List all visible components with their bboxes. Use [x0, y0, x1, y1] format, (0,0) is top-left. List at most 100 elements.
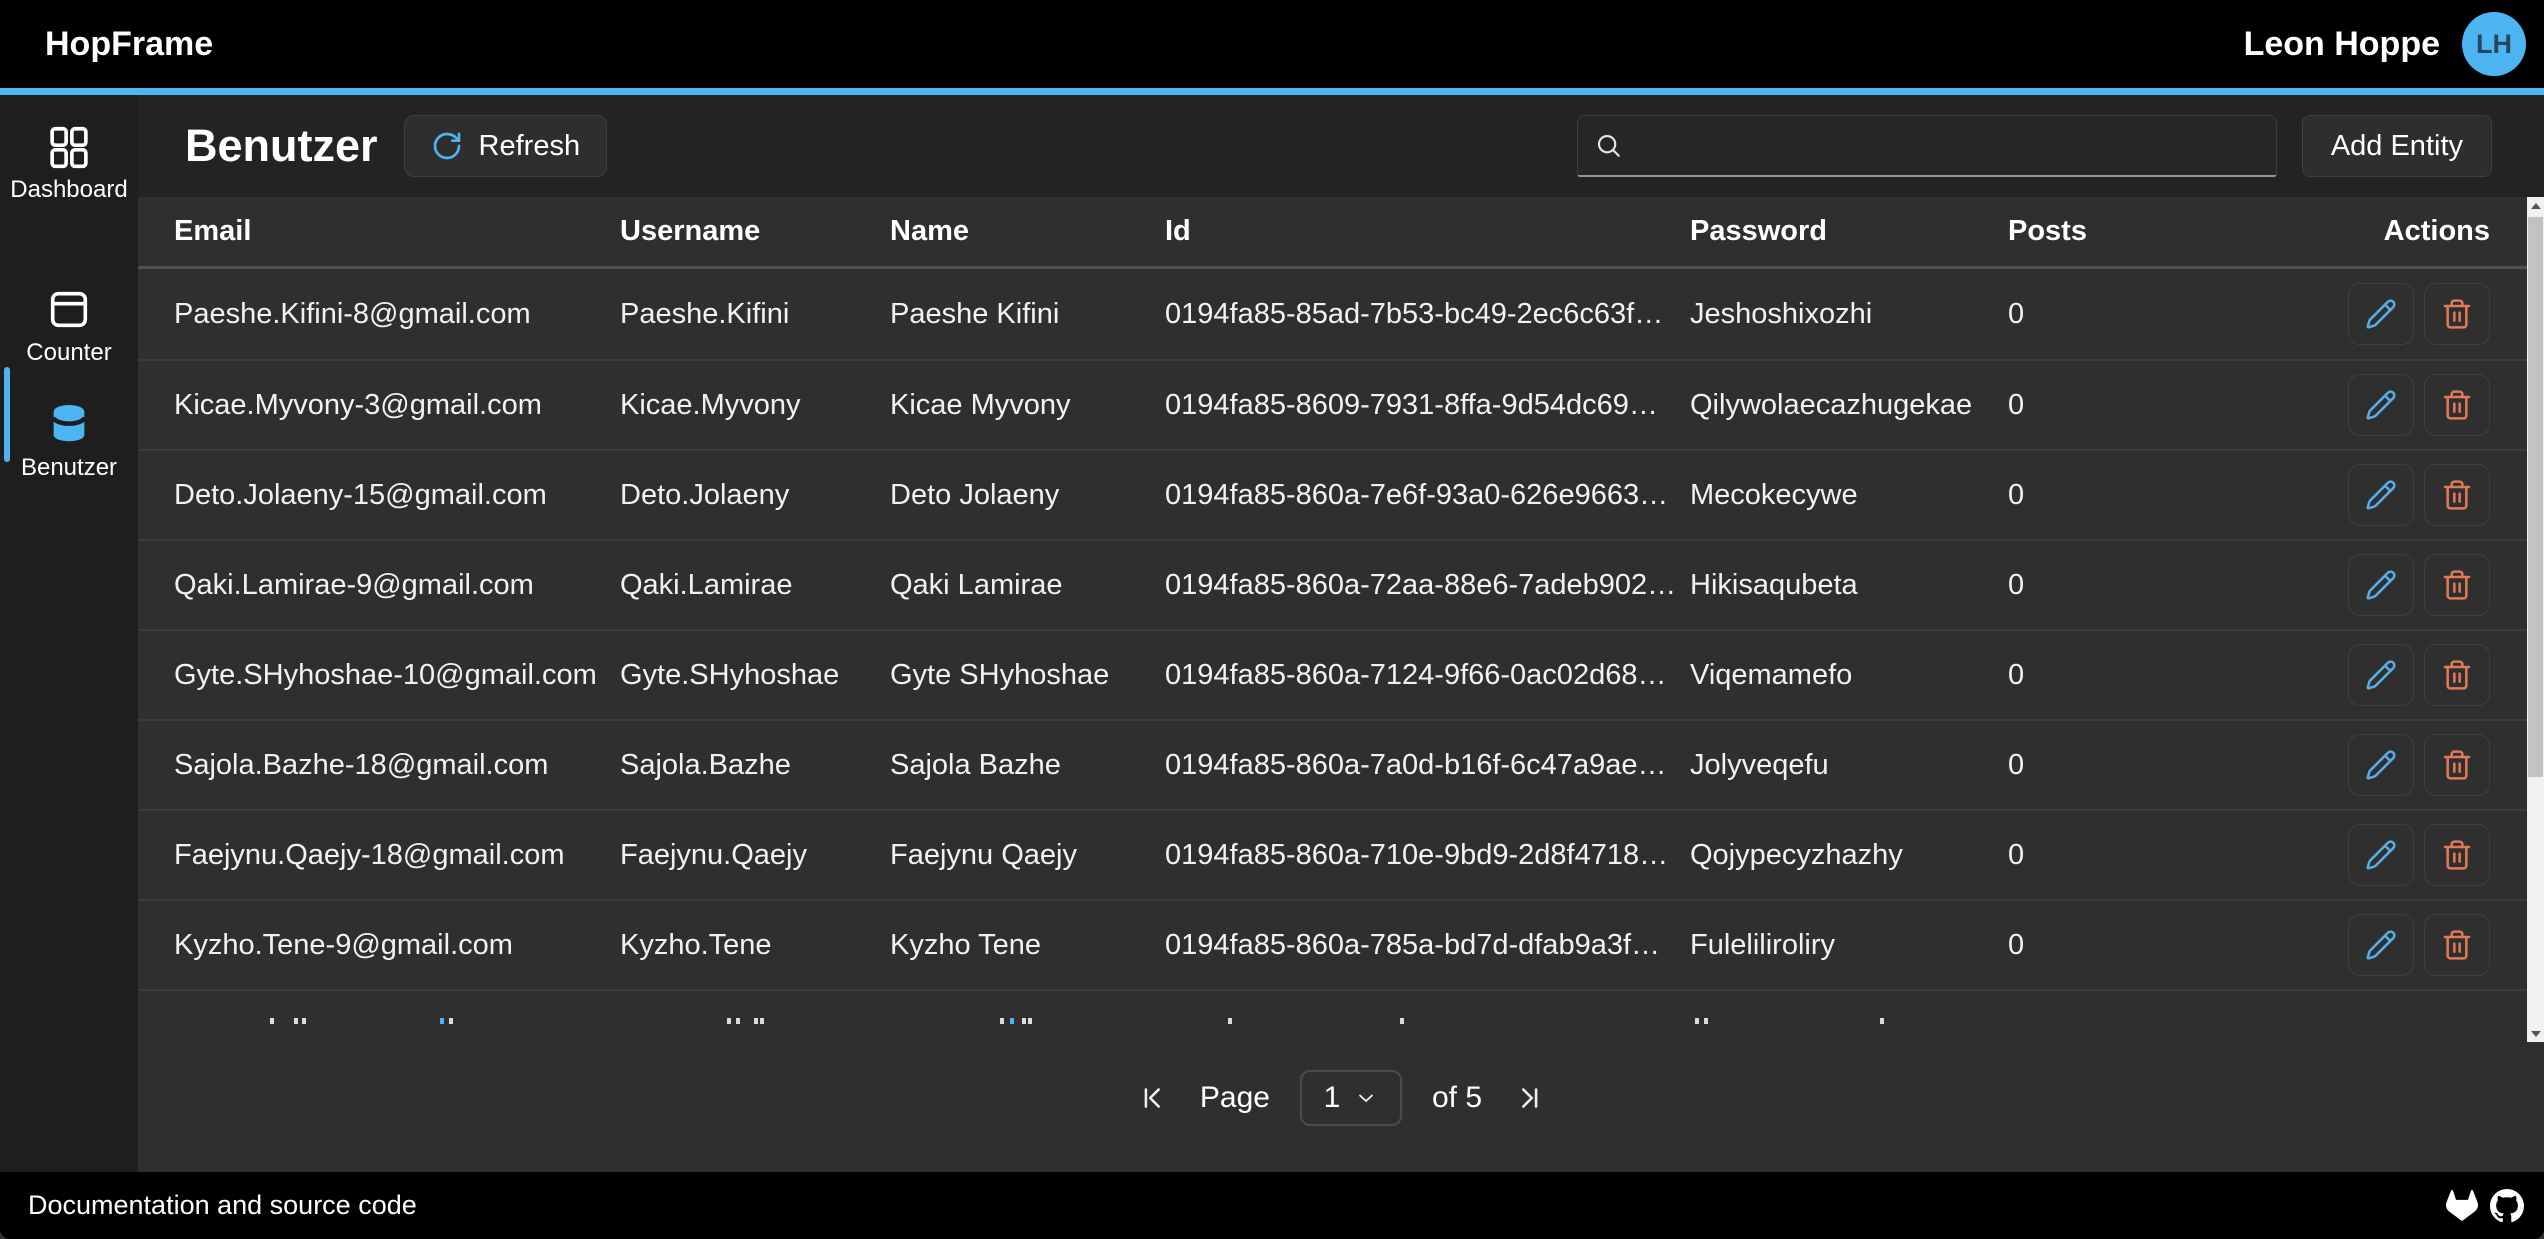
cell-actions: [2348, 824, 2490, 886]
accent-divider: [0, 88, 2544, 95]
cell-actions: [2348, 644, 2490, 706]
cell-id: 0194fa85-860a-710e-9bd9-2d8f4718…: [1165, 839, 1690, 872]
cell-name: Deto Jolaeny: [890, 479, 1165, 512]
brand-logo[interactable]: HopFrame: [45, 25, 213, 64]
trash-icon: [2441, 389, 2473, 421]
trash-icon: [2441, 839, 2473, 871]
cell-username: Sajola.Bazhe: [620, 749, 890, 782]
cell-actions: [2348, 914, 2490, 976]
table-row: Qaki.Lamirae-9@gmail.com Qaki.Lamirae Qa…: [138, 539, 2544, 629]
delete-button[interactable]: [2424, 914, 2490, 976]
scrollbar-thumb[interactable]: [2528, 217, 2543, 777]
cell-username: Qaki.Lamirae: [620, 569, 890, 602]
first-page-button[interactable]: [1136, 1081, 1170, 1115]
scrollbar-down-arrow[interactable]: [2527, 1025, 2544, 1042]
add-entity-button[interactable]: Add Entity: [2302, 115, 2492, 177]
cell-id: 0194fa85-860a-7e6f-93a0-626e9663…: [1165, 479, 1690, 512]
dashboard-grid-icon: [46, 123, 92, 169]
column-header-id: Id: [1165, 215, 1690, 248]
add-entity-label: Add Entity: [2331, 130, 2463, 163]
delete-button[interactable]: [2424, 374, 2490, 436]
refresh-button[interactable]: Refresh: [404, 115, 608, 177]
cell-name: Sajola Bazhe: [890, 749, 1165, 782]
sidebar: Dashboard Counter: [0, 95, 138, 1172]
delete-button[interactable]: [2424, 734, 2490, 796]
documentation-link[interactable]: Documentation and source code: [28, 1190, 417, 1221]
cell-email: Gyte.SHyhoshae-10@gmail.com: [174, 659, 620, 692]
last-page-button[interactable]: [1512, 1081, 1546, 1115]
cell-username: Deto.Jolaeny: [620, 479, 890, 512]
sidebar-item-counter[interactable]: Counter: [0, 286, 138, 367]
edit-button[interactable]: [2348, 824, 2414, 886]
pagination-zone: Page 1 of 5: [138, 1024, 2544, 1172]
cell-name: Faejynu Qaejy: [890, 839, 1165, 872]
delete-button[interactable]: [2424, 283, 2490, 345]
cell-posts: 0: [2008, 479, 2348, 512]
cell-username: Kicae.Myvony: [620, 389, 890, 422]
delete-button[interactable]: [2424, 464, 2490, 526]
github-icon[interactable]: [2490, 1189, 2524, 1223]
edit-button[interactable]: [2348, 283, 2414, 345]
scrollbar-up-arrow[interactable]: [2527, 197, 2544, 214]
trash-icon: [2441, 659, 2473, 691]
avatar[interactable]: LH: [2462, 12, 2526, 76]
app-window: HopFrame Leon Hoppe LH Dashboard: [0, 0, 2544, 1239]
cell-password: Jolyveqefu: [1690, 749, 2008, 782]
edit-button[interactable]: [2348, 554, 2414, 616]
gitlab-icon[interactable]: [2446, 1190, 2478, 1222]
cell-email: Deto.Jolaeny-15@gmail.com: [174, 479, 620, 512]
table-body: Paeshe.Kifini-8@gmail.com Paeshe.Kifini …: [138, 269, 2544, 989]
sidebar-item-benutzer[interactable]: Benutzer: [0, 401, 138, 482]
cell-actions: [2348, 374, 2490, 436]
cell-password: Mecokecywe: [1690, 479, 2008, 512]
column-header-posts: Posts: [2008, 215, 2348, 248]
cell-name: Gyte SHyhoshae: [890, 659, 1165, 692]
column-header-email: Email: [174, 215, 620, 248]
delete-button[interactable]: [2424, 644, 2490, 706]
database-icon: [46, 401, 92, 447]
delete-button[interactable]: [2424, 554, 2490, 616]
refresh-icon: [431, 130, 463, 162]
vertical-scrollbar[interactable]: [2527, 197, 2544, 1042]
cell-password: Fuleliliroliry: [1690, 929, 2008, 962]
cell-email: Faejynu.Qaejy-18@gmail.com: [174, 839, 620, 872]
edit-button[interactable]: [2348, 734, 2414, 796]
counter-window-icon: [46, 286, 92, 332]
sidebar-item-dashboard[interactable]: Dashboard: [0, 123, 138, 204]
edit-button[interactable]: [2348, 914, 2414, 976]
cell-email: Qaki.Lamirae-9@gmail.com: [174, 569, 620, 602]
cell-posts: 0: [2008, 839, 2348, 872]
cell-posts: 0: [2008, 659, 2348, 692]
chevron-down-icon: [1354, 1086, 1378, 1110]
trash-icon: [2441, 479, 2473, 511]
table-row: Faejynu.Qaejy-18@gmail.com Faejynu.Qaejy…: [138, 809, 2544, 899]
table-row: Sajola.Bazhe-18@gmail.com Sajola.Bazhe S…: [138, 719, 2544, 809]
trash-icon: [2441, 749, 2473, 781]
edit-button[interactable]: [2348, 374, 2414, 436]
search-icon: [1594, 131, 1624, 161]
cell-name: Kicae Myvony: [890, 389, 1165, 422]
column-header-username: Username: [620, 215, 890, 248]
cell-name: Paeshe Kifini: [890, 298, 1165, 331]
footer: Documentation and source code: [0, 1172, 2544, 1239]
entity-table: Email Username Name Id Password Posts Ac…: [138, 197, 2544, 1024]
page-select[interactable]: 1: [1300, 1070, 1402, 1126]
active-item-indicator: [4, 367, 10, 462]
table-row: Gyte.SHyhoshae-10@gmail.com Gyte.SHyhosh…: [138, 629, 2544, 719]
search-input[interactable]: [1638, 130, 2260, 162]
cell-id: 0194fa85-860a-785a-bd7d-dfab9a3f…: [1165, 929, 1690, 962]
delete-button[interactable]: [2424, 824, 2490, 886]
trash-icon: [2441, 569, 2473, 601]
cell-actions: [2348, 283, 2490, 345]
pencil-icon: [2365, 749, 2397, 781]
page-count: of 5: [1432, 1081, 1482, 1115]
cell-name: Kyzho Tene: [890, 929, 1165, 962]
edit-button[interactable]: [2348, 644, 2414, 706]
cell-password: Qojypecyzhazhy: [1690, 839, 2008, 872]
cell-id: 0194fa85-85ad-7b53-bc49-2ec6c63f…: [1165, 298, 1690, 331]
pencil-icon: [2365, 298, 2397, 330]
cell-posts: 0: [2008, 389, 2348, 422]
edit-button[interactable]: [2348, 464, 2414, 526]
table-header-row: Email Username Name Id Password Posts Ac…: [138, 197, 2544, 269]
cell-actions: [2348, 464, 2490, 526]
